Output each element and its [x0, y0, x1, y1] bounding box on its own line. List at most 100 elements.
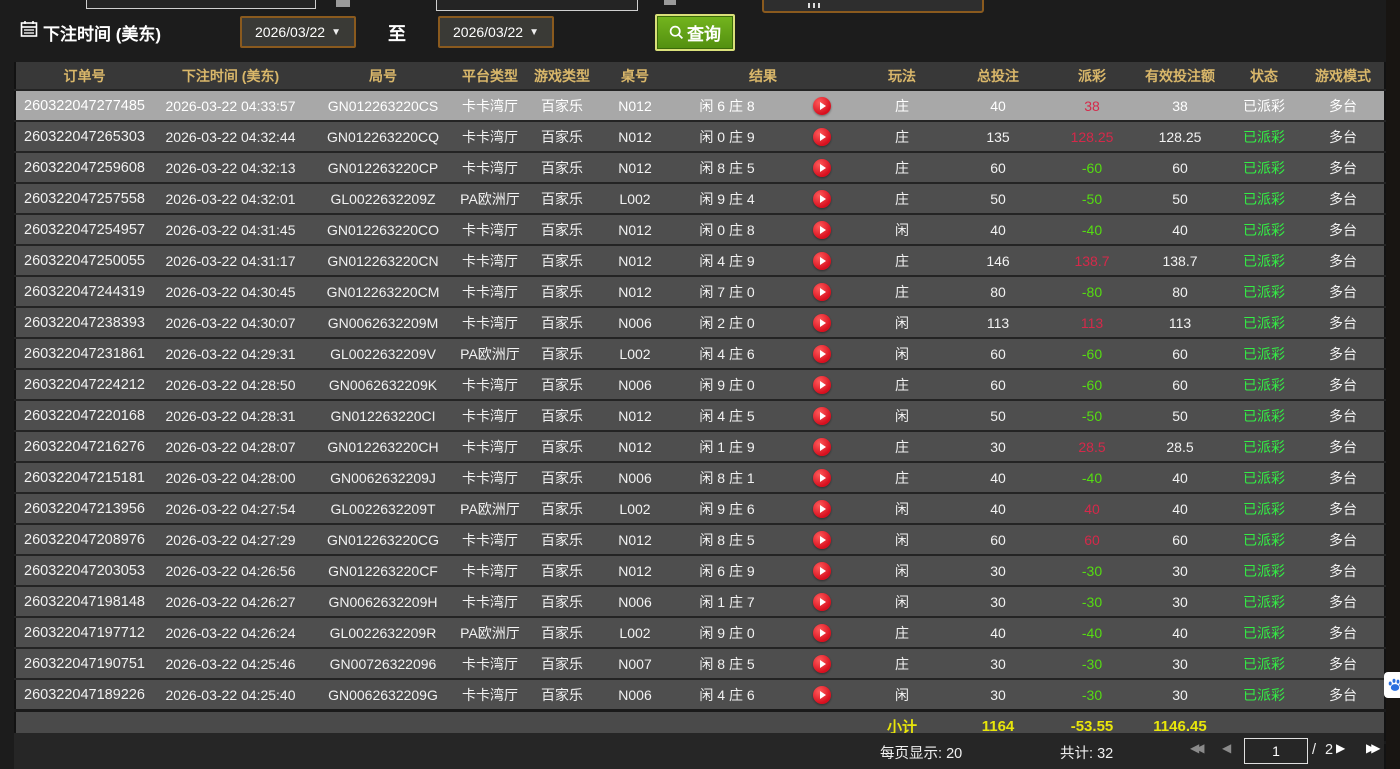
- total-pages-label: 2: [1325, 742, 1333, 758]
- date-to-select[interactable]: 2026/03/22 ▼: [438, 16, 554, 48]
- table-row[interactable]: 2603220472089762026-03-22 04:27:29GN0122…: [15, 524, 1385, 555]
- play-video-button[interactable]: [813, 593, 831, 611]
- payout-cell: 40: [1050, 493, 1134, 524]
- play-video-button[interactable]: [813, 159, 831, 177]
- result-cell: 闲 4 庄 9: [668, 245, 786, 276]
- status-cell: 已派彩: [1226, 307, 1302, 338]
- round-id-cell: GN012263220CI: [308, 400, 458, 431]
- platform-cell: 卡卡湾厅: [458, 90, 522, 121]
- play-video-button[interactable]: [813, 469, 831, 487]
- play-video-button[interactable]: [813, 531, 831, 549]
- play-video-button[interactable]: [813, 283, 831, 301]
- page-number-input[interactable]: [1244, 738, 1308, 764]
- table-row[interactable]: 2603220472549572026-03-22 04:31:45GN0122…: [15, 214, 1385, 245]
- table-row[interactable]: 2603220472139562026-03-22 04:27:54GL0022…: [15, 493, 1385, 524]
- play-side-cell: 闲: [858, 555, 946, 586]
- date-from-select[interactable]: 2026/03/22 ▼: [240, 16, 356, 48]
- play-video-button[interactable]: [813, 686, 831, 704]
- result-cell: 闲 8 庄 1: [668, 462, 786, 493]
- game-type-cell: 百家乐: [522, 152, 602, 183]
- valid-bet-cell: 38: [1134, 90, 1226, 121]
- table-row[interactable]: 2603220472500552026-03-22 04:31:17GN0122…: [15, 245, 1385, 276]
- table-row[interactable]: 2603220472383932026-03-22 04:30:07GN0062…: [15, 307, 1385, 338]
- play-video-button[interactable]: [813, 562, 831, 580]
- table-row[interactable]: 2603220472443192026-03-22 04:30:45GN0122…: [15, 276, 1385, 307]
- play-video-button[interactable]: [813, 655, 831, 673]
- total-bet-cell: 40: [946, 214, 1050, 245]
- order-cell: 260322047198148: [15, 586, 153, 617]
- table-row[interactable]: 2603220471981482026-03-22 04:26:27GN0062…: [15, 586, 1385, 617]
- game-type-cell: 百家乐: [522, 431, 602, 462]
- play-video-button[interactable]: [813, 624, 831, 642]
- play-cell: [786, 152, 858, 183]
- table-no-cell: N006: [602, 586, 668, 617]
- valid-bet-cell: 50: [1134, 400, 1226, 431]
- play-video-button[interactable]: [813, 252, 831, 270]
- order-cell: 260322047244319: [15, 276, 153, 307]
- platform-cell: 卡卡湾厅: [458, 555, 522, 586]
- bet-time-cell: 2026-03-22 04:33:57: [153, 90, 308, 121]
- round-id-cell: GN0062632209J: [308, 462, 458, 493]
- table-row[interactable]: 2603220471907512026-03-22 04:25:46GN0072…: [15, 648, 1385, 679]
- table-row[interactable]: 2603220472162762026-03-22 04:28:07GN0122…: [15, 431, 1385, 462]
- table-row[interactable]: 2603220472774852026-03-22 04:33:57GN0122…: [15, 90, 1385, 121]
- game-type-cell: 百家乐: [522, 679, 602, 711]
- table-row[interactable]: 2603220471977122026-03-22 04:26:24GL0022…: [15, 617, 1385, 648]
- play-side-cell: 庄: [858, 152, 946, 183]
- query-button[interactable]: 查询: [655, 14, 735, 51]
- play-icon: [820, 598, 826, 606]
- play-video-button[interactable]: [813, 190, 831, 208]
- date-range-to-label: 至: [388, 20, 406, 46]
- total-bet-cell: 30: [946, 679, 1050, 711]
- play-video-button[interactable]: [813, 407, 831, 425]
- last-page-button[interactable]: ▶▶: [1366, 741, 1380, 755]
- round-id-cell: GN012263220CN: [308, 245, 458, 276]
- table-no-cell: L002: [602, 338, 668, 369]
- table-row[interactable]: 2603220472653032026-03-22 04:32:44GN0122…: [15, 121, 1385, 152]
- valid-bet-cell: 30: [1134, 648, 1226, 679]
- play-video-button[interactable]: [813, 500, 831, 518]
- table-no-cell: N007: [602, 648, 668, 679]
- play-icon: [820, 412, 826, 420]
- game-type-cell: 百家乐: [522, 307, 602, 338]
- table-row[interactable]: 2603220471892262026-03-22 04:25:40GN0062…: [15, 679, 1385, 711]
- play-video-button[interactable]: [813, 438, 831, 456]
- col-valid-bet: 有效投注额: [1134, 62, 1226, 90]
- play-cell: [786, 555, 858, 586]
- play-video-button[interactable]: [813, 314, 831, 332]
- platform-cell: 卡卡湾厅: [458, 462, 522, 493]
- play-video-button[interactable]: [813, 221, 831, 239]
- col-play-side: 玩法: [858, 62, 946, 90]
- bet-time-cell: 2026-03-22 04:29:31: [153, 338, 308, 369]
- table-row[interactable]: 2603220472151812026-03-22 04:28:00GN0062…: [15, 462, 1385, 493]
- result-cell: 闲 6 庄 9: [668, 555, 786, 586]
- game-mode-cell: 多台: [1302, 369, 1385, 400]
- play-cell: [786, 431, 858, 462]
- next-page-button[interactable]: ▶: [1336, 741, 1345, 755]
- order-cell: 260322047203053: [15, 555, 153, 586]
- platform-cell: PA欧洲厅: [458, 183, 522, 214]
- play-side-cell: 庄: [858, 90, 946, 121]
- table-no-cell: N012: [602, 276, 668, 307]
- status-cell: 已派彩: [1226, 586, 1302, 617]
- table-no-cell: N012: [602, 90, 668, 121]
- order-cell: 260322047238393: [15, 307, 153, 338]
- play-video-button[interactable]: [813, 97, 831, 115]
- play-video-button[interactable]: [813, 376, 831, 394]
- play-video-button[interactable]: [813, 345, 831, 363]
- table-row[interactable]: 2603220472596082026-03-22 04:32:13GN0122…: [15, 152, 1385, 183]
- play-video-button[interactable]: [813, 128, 831, 146]
- result-cell: 闲 1 庄 7: [668, 586, 786, 617]
- table-row[interactable]: 2603220472030532026-03-22 04:26:56GN0122…: [15, 555, 1385, 586]
- round-id-cell: GN00726322096: [308, 648, 458, 679]
- table-row[interactable]: 2603220472242122026-03-22 04:28:50GN0062…: [15, 369, 1385, 400]
- total-bet-cell: 146: [946, 245, 1050, 276]
- table-row[interactable]: 2603220472318612026-03-22 04:29:31GL0022…: [15, 338, 1385, 369]
- play-icon: [820, 133, 826, 141]
- previous-page-button[interactable]: ◀: [1222, 741, 1231, 755]
- paw-app-icon[interactable]: [1384, 672, 1400, 698]
- table-row[interactable]: 2603220472575582026-03-22 04:32:01GL0022…: [15, 183, 1385, 214]
- first-page-button[interactable]: ◀◀: [1190, 741, 1204, 755]
- table-row[interactable]: 2603220472201682026-03-22 04:28:31GN0122…: [15, 400, 1385, 431]
- table-no-cell: N012: [602, 555, 668, 586]
